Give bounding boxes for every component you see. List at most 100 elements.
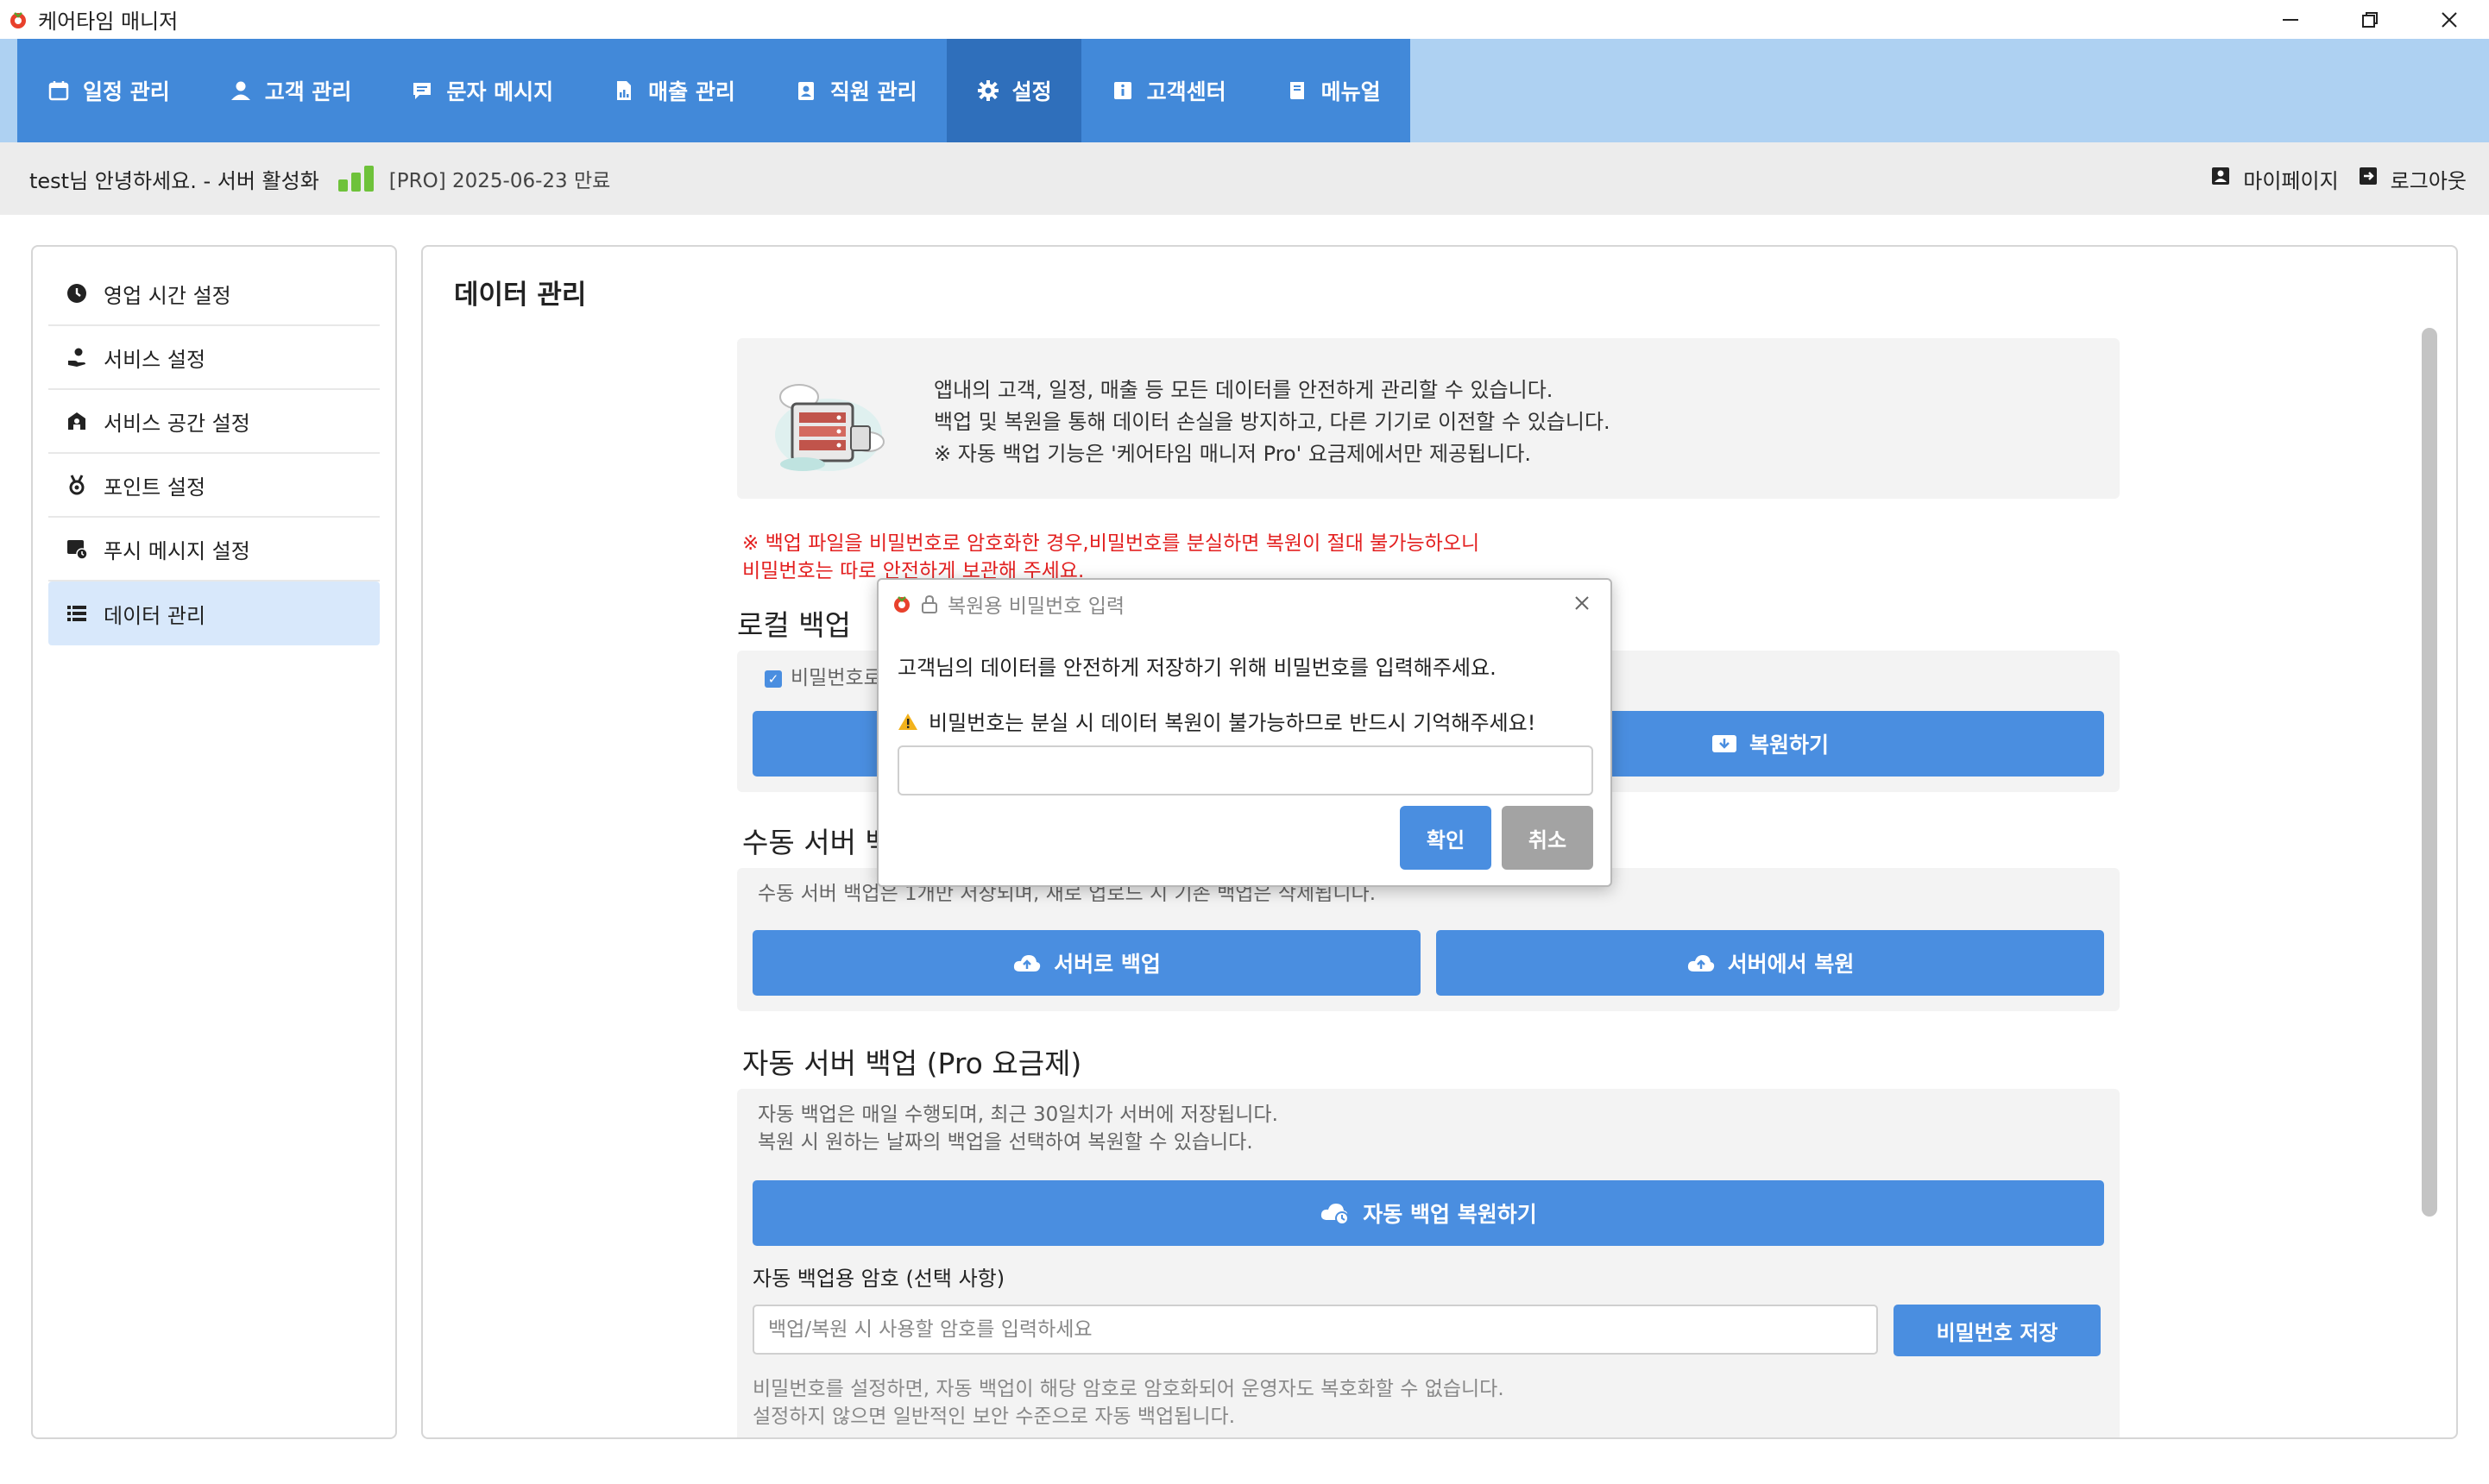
id-badge-icon xyxy=(794,79,818,103)
lock-icon xyxy=(920,594,941,614)
chat-icon xyxy=(410,79,434,103)
sidebar-item-service-space[interactable]: 서비스 공간 설정 xyxy=(48,390,380,454)
cloud-history-icon xyxy=(1320,1201,1351,1225)
dialog-title: 복원용 비밀번호 입력 xyxy=(948,595,1125,618)
password-checkbox[interactable]: ✓ xyxy=(765,670,782,688)
nav-tab-support[interactable]: 고객센터 xyxy=(1081,39,1256,142)
sidebar-item-label: 영업 시간 설정 xyxy=(104,283,231,308)
info-line: 앱내의 고객, 일정, 매출 등 모든 데이터를 안전하게 관리할 수 있습니다… xyxy=(934,378,1553,402)
server-backup-label: 서버로 백업 xyxy=(1054,952,1161,977)
app-logo-icon xyxy=(7,9,29,31)
warning-line: ※ 백업 파일을 비밀번호로 암호화한 경우,비밀번호를 분실하면 복원이 절대… xyxy=(742,532,1480,555)
sidebar-item-label: 서비스 설정 xyxy=(104,347,206,372)
server-restore-button[interactable]: 서버에서 복원 xyxy=(1436,930,2104,996)
dialog-warning: 비밀번호는 분실 시 데이터 복원이 불가능하므로 반드시 기억해주세요! xyxy=(898,706,1535,736)
sidebar-item-points[interactable]: 포인트 설정 xyxy=(48,454,380,518)
info-icon xyxy=(1111,79,1135,103)
account-links: 마이페이지 로그아웃 xyxy=(2210,142,2467,215)
dialog-warning-text: 비밀번호는 분실 시 데이터 복원이 불가능하므로 반드시 기억해주세요! xyxy=(929,711,1536,735)
close-window-button[interactable] xyxy=(2410,0,2489,39)
hand-user-icon xyxy=(64,344,90,370)
local-restore-label: 복원하기 xyxy=(1749,733,1829,758)
close-icon xyxy=(1575,596,1589,610)
nav-tab-label: 매출 관리 xyxy=(648,79,735,104)
list-icon xyxy=(64,601,90,626)
logout-link[interactable]: 로그아웃 xyxy=(2358,164,2467,194)
nav-tab-staff[interactable]: 직원 관리 xyxy=(765,39,947,142)
sidebar-item-push-message[interactable]: 푸시 메시지 설정 xyxy=(48,518,380,582)
restore-button[interactable] xyxy=(2330,0,2410,39)
local-backup-title: 로컬 백업 xyxy=(737,608,851,642)
window-title: 케어타임 매니저 xyxy=(38,9,179,34)
manual-backup-box: 수동 서버 백업은 1개만 저장되며, 새로 업로드 시 기존 백업은 삭제됩니… xyxy=(737,868,2120,1011)
nav-tab-customers[interactable]: 고객 관리 xyxy=(199,39,381,142)
gear-icon xyxy=(976,79,1000,103)
mypage-link[interactable]: 마이페이지 xyxy=(2210,164,2339,194)
sidebar-item-label: 포인트 설정 xyxy=(104,475,206,500)
server-restore-label: 서버에서 복원 xyxy=(1727,952,1855,977)
user-icon xyxy=(229,79,253,103)
server-backup-button[interactable]: 서버로 백업 xyxy=(753,930,1421,996)
restore-icon xyxy=(1711,733,1737,754)
dialog-cancel-button[interactable]: 취소 xyxy=(1502,806,1593,870)
auto-note-line: 자동 백업은 매일 수행되며, 최근 30일치가 서버에 저장됩니다. xyxy=(758,1104,1278,1126)
footer-line: 비밀번호를 설정하면, 자동 백업이 해당 암호로 암호화되어 운영자도 복호화… xyxy=(753,1378,1504,1400)
push-message-icon xyxy=(64,536,90,562)
nav-tab-schedule[interactable]: 일정 관리 xyxy=(17,39,199,142)
auto-note-line: 복원 시 원하는 날짜의 백업을 선택하여 복원할 수 있습니다. xyxy=(758,1131,1253,1154)
cloud-upload-icon xyxy=(1686,953,1716,973)
store-icon xyxy=(64,408,90,434)
sidebar-item-services[interactable]: 서비스 설정 xyxy=(48,326,380,390)
nav-tab-manual[interactable]: 메뉴얼 xyxy=(1256,39,1410,142)
nav-tab-sales[interactable]: 매출 관리 xyxy=(583,39,765,142)
nav-tabs: 일정 관리 고객 관리 문자 메시지 매출 관리 직원 관리 설정 고객센터 메… xyxy=(17,39,1410,142)
auto-backup-title: 자동 서버 백업 (Pro 요금제) xyxy=(742,1047,1082,1080)
auto-restore-button[interactable]: 자동 백업 복원하기 xyxy=(753,1180,2104,1246)
info-line: ※ 자동 백업 기능은 '케어타임 매니저 Pro' 요금제에서만 제공됩니다. xyxy=(934,442,1532,466)
minimize-button[interactable] xyxy=(2251,0,2330,39)
auto-backup-note: 자동 백업은 매일 수행되며, 최근 30일치가 서버에 저장됩니다. 복원 시… xyxy=(758,1101,1278,1156)
nav-tab-label: 문자 메시지 xyxy=(446,79,554,104)
auto-backup-box: 자동 백업은 매일 수행되며, 최근 30일치가 서버에 저장됩니다. 복원 시… xyxy=(737,1089,2120,1437)
sidebar-item-label: 푸시 메시지 설정 xyxy=(104,538,250,563)
auto-password-label: 자동 백업용 암호 (선택 사항) xyxy=(753,1267,1005,1291)
medal-icon xyxy=(64,472,90,498)
encryption-warning: ※ 백업 파일을 비밀번호로 암호화한 경우,비밀번호를 분실하면 복원이 절대… xyxy=(742,530,1479,585)
sidebar-item-label: 서비스 공간 설정 xyxy=(104,411,250,436)
info-line: 백업 및 복원을 통해 데이터 손실을 방지하고, 다른 기기로 이전할 수 있… xyxy=(934,410,1610,434)
sidebar-item-data-management[interactable]: 데이터 관리 xyxy=(48,582,380,645)
restore-password-input[interactable] xyxy=(898,745,1593,795)
auto-password-input[interactable] xyxy=(753,1305,1878,1355)
top-navigation: 일정 관리 고객 관리 문자 메시지 매출 관리 직원 관리 설정 고객센터 메… xyxy=(0,39,2489,142)
save-password-button[interactable]: 비밀번호 저장 xyxy=(1894,1305,2101,1356)
nav-tab-label: 고객센터 xyxy=(1146,79,1226,104)
nav-tab-label: 직원 관리 xyxy=(829,79,917,104)
sidebar-item-label: 데이터 관리 xyxy=(104,603,206,628)
sidebar-item-business-hours[interactable]: 영업 시간 설정 xyxy=(48,262,380,326)
nav-tab-messages[interactable]: 문자 메시지 xyxy=(381,39,583,142)
title-bar: 케어타임 매니저 xyxy=(0,0,2489,39)
warning-icon xyxy=(898,712,918,731)
window-controls xyxy=(2251,0,2489,39)
greeting-text: test님 안녕하세요. - 서버 활성화 xyxy=(29,168,319,193)
server-cloud-illustration xyxy=(775,384,885,471)
dialog-ok-button[interactable]: 확인 xyxy=(1400,806,1491,870)
calendar-icon xyxy=(47,79,71,103)
nav-tab-settings[interactable]: 설정 xyxy=(946,39,1081,142)
settings-sidebar: 영업 시간 설정 서비스 설정 서비스 공간 설정 포인트 설정 푸시 메시지 … xyxy=(31,245,397,1439)
status-bar: test님 안녕하세요. - 서버 활성화 [PRO] 2025-06-23 만… xyxy=(0,142,2489,215)
dialog-close-button[interactable] xyxy=(1569,590,1595,616)
dialog-header: 복원용 비밀번호 입력 xyxy=(879,580,1610,628)
auto-restore-label: 자동 백업 복원하기 xyxy=(1363,1202,1537,1227)
nav-tab-label: 설정 xyxy=(1011,79,1052,104)
auto-password-footer: 비밀번호를 설정하면, 자동 백업이 해당 암호로 암호화되어 운영자도 복호화… xyxy=(753,1375,1504,1431)
info-description: 앱내의 고객, 일정, 매출 등 모든 데이터를 안전하게 관리할 수 있습니다… xyxy=(934,374,1610,470)
clock-icon xyxy=(64,280,90,306)
cloud-upload-icon xyxy=(1012,953,1042,973)
nav-tab-label: 고객 관리 xyxy=(264,79,352,104)
logout-label: 로그아웃 xyxy=(2390,168,2467,193)
main-scrollbar[interactable] xyxy=(2422,328,2437,1217)
profile-icon xyxy=(2210,166,2231,192)
nav-tab-label: 일정 관리 xyxy=(83,79,170,104)
mypage-label: 마이페이지 xyxy=(2243,168,2339,193)
